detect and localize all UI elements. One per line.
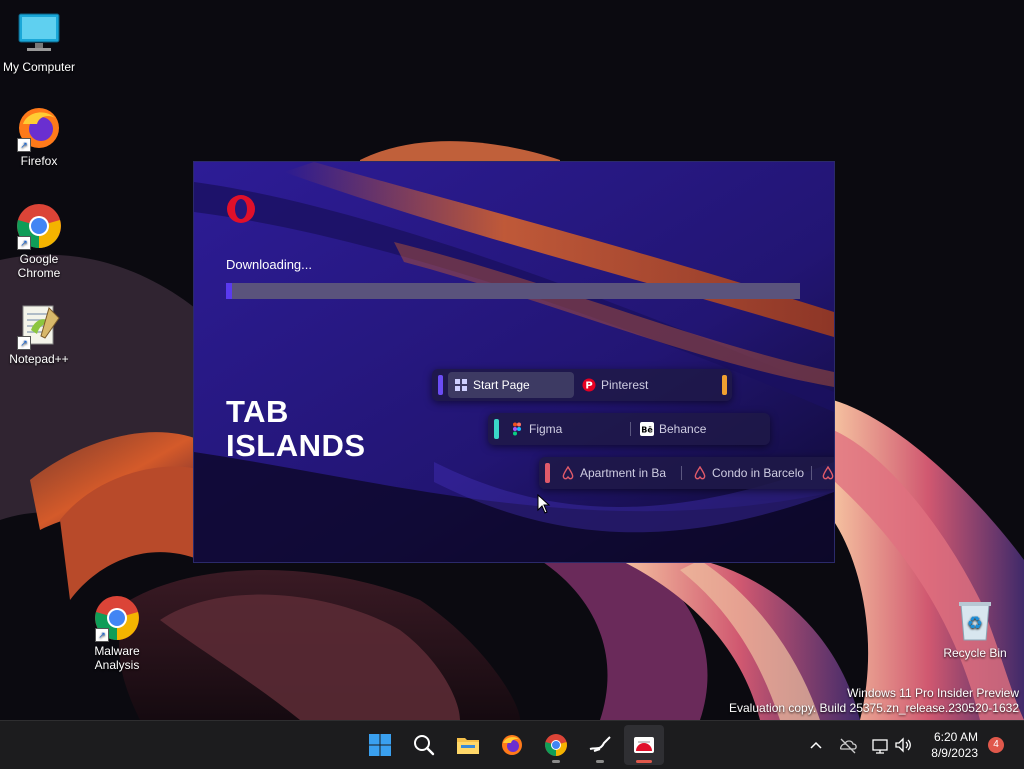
start-page-icon bbox=[455, 379, 467, 391]
search-icon bbox=[414, 735, 435, 756]
pinterest-icon: P bbox=[582, 378, 596, 392]
opera-installer-icon bbox=[634, 737, 654, 753]
file-explorer-icon bbox=[457, 738, 479, 754]
windows-watermark: Windows 11 Pro Insider Preview Evaluatio… bbox=[729, 686, 1019, 716]
notification-badge[interactable]: 4 bbox=[988, 737, 1004, 753]
tab-island-2: Figma Bē Behance bbox=[488, 413, 770, 445]
svg-text:P: P bbox=[585, 381, 592, 392]
tab-overflow bbox=[815, 460, 834, 486]
watermark-line1: Windows 11 Pro Insider Preview bbox=[847, 686, 1019, 700]
desktop-icon-label-line1: Google bbox=[19, 252, 59, 266]
start-button[interactable] bbox=[360, 725, 400, 765]
clock-time: 6:20 AM bbox=[933, 730, 978, 744]
promo-title: TAB ISLANDS bbox=[226, 395, 366, 463]
tab-separator bbox=[681, 466, 682, 480]
onedrive-offline-icon[interactable] bbox=[838, 733, 858, 757]
running-indicator bbox=[552, 760, 560, 763]
tab-label: Apartment in Ba bbox=[580, 466, 667, 480]
desktop-icon-my-computer[interactable]: My Computer bbox=[0, 10, 79, 74]
tab-condo: Condo in Barcelo bbox=[687, 460, 805, 486]
chrome-icon: ↗ bbox=[15, 202, 63, 250]
shortcut-arrow-icon: ↗ bbox=[95, 628, 109, 642]
desktop-icon-label-line2: Chrome bbox=[17, 266, 61, 280]
island-accent-bar bbox=[722, 375, 727, 395]
tab-island-3: Apartment in Ba Condo in Barcelo bbox=[539, 457, 834, 489]
desktop-icon-recycle-bin[interactable]: ♻ Recycle Bin bbox=[935, 596, 1015, 660]
chrome-taskbar-button[interactable] bbox=[536, 725, 576, 765]
desktop-icon-firefox[interactable]: ↗ Firefox bbox=[0, 104, 79, 168]
promo-title-line2: ISLANDS bbox=[226, 428, 366, 463]
system-clock[interactable]: 6:20 AM 8/9/2023 bbox=[931, 729, 978, 761]
figma-icon bbox=[513, 422, 521, 436]
clock-date: 8/9/2023 bbox=[931, 746, 978, 760]
shortcut-arrow-icon: ↗ bbox=[17, 336, 31, 350]
taskbar: 6:20 AM 8/9/2023 4 bbox=[0, 720, 1024, 769]
installer-background bbox=[194, 162, 834, 562]
airbnb-icon bbox=[822, 466, 834, 480]
desktop-icon-label-line2: Analysis bbox=[94, 658, 140, 672]
computer-icon bbox=[15, 10, 63, 58]
island-accent-bar bbox=[438, 375, 443, 395]
download-progress-bar bbox=[226, 283, 800, 299]
desktop-icon-label: Recycle Bin bbox=[943, 646, 1007, 660]
tab-label: Pinterest bbox=[601, 378, 649, 392]
airbnb-icon bbox=[562, 466, 574, 480]
desktop-icon-malware-analysis[interactable]: ↗ Malware Analysis bbox=[77, 594, 157, 672]
island-accent-bar bbox=[545, 463, 550, 483]
desktop-icon-label: My Computer bbox=[2, 60, 76, 74]
airbnb-icon bbox=[694, 466, 706, 480]
firefox-taskbar-button[interactable] bbox=[492, 725, 532, 765]
running-indicator bbox=[636, 760, 652, 763]
opera-logo-icon bbox=[227, 195, 255, 223]
tab-label: Figma bbox=[529, 422, 563, 436]
behance-icon: Bē bbox=[640, 422, 654, 436]
tab-label: Condo in Barcelo bbox=[712, 466, 805, 480]
tab-island-1: Start Page P Pinterest bbox=[432, 369, 732, 401]
desktop-icon-label-line1: Malware bbox=[94, 644, 140, 658]
watermark-line2: Evaluation copy. Build 25375.zn_release.… bbox=[729, 701, 1019, 715]
start-icon bbox=[369, 734, 391, 756]
running-indicator bbox=[596, 760, 604, 763]
volume-icon[interactable] bbox=[893, 733, 913, 757]
desktop-icon-label: Firefox bbox=[20, 154, 58, 168]
firefox-icon: ↗ bbox=[15, 104, 63, 152]
firefox-icon bbox=[502, 735, 522, 755]
chrome-icon: ↗ bbox=[93, 594, 141, 642]
recycle-bin-icon: ♻ bbox=[951, 596, 999, 644]
app-icon bbox=[589, 736, 611, 752]
island-accent-bar bbox=[494, 419, 499, 439]
svg-text:♻: ♻ bbox=[967, 613, 983, 634]
tab-start-page: Start Page bbox=[448, 372, 574, 398]
opera-installer-window[interactable]: Downloading... TAB ISLANDS Start Page P … bbox=[193, 161, 835, 563]
tab-figma: Figma bbox=[504, 416, 628, 442]
tab-label: Behance bbox=[659, 422, 707, 436]
opera-installer-taskbar-button[interactable] bbox=[624, 725, 664, 765]
chevron-up-icon[interactable] bbox=[806, 733, 826, 757]
tab-behance: Bē Behance bbox=[634, 416, 760, 442]
tab-label: Start Page bbox=[473, 378, 530, 392]
mouse-cursor-icon bbox=[537, 494, 551, 514]
download-status: Downloading... bbox=[226, 257, 312, 272]
search-button[interactable] bbox=[404, 725, 444, 765]
notepadpp-icon: ↗ bbox=[15, 302, 63, 350]
tab-separator bbox=[811, 466, 812, 480]
download-progress-fill bbox=[226, 283, 232, 299]
tab-apartment: Apartment in Ba bbox=[555, 460, 675, 486]
desktop-icon-label: Notepad++ bbox=[9, 352, 69, 366]
app-taskbar-button[interactable] bbox=[580, 725, 620, 765]
network-icon[interactable] bbox=[870, 733, 890, 757]
chrome-icon bbox=[545, 734, 567, 756]
tab-pinterest: P Pinterest bbox=[576, 372, 706, 398]
desktop-icon-notepadpp[interactable]: ↗ Notepad++ bbox=[0, 302, 79, 366]
shortcut-arrow-icon: ↗ bbox=[17, 236, 31, 250]
promo-title-line1: TAB bbox=[226, 394, 289, 429]
desktop-icon-google-chrome[interactable]: ↗ Google Chrome bbox=[0, 202, 79, 280]
file-explorer-button[interactable] bbox=[448, 725, 488, 765]
svg-text:Bē: Bē bbox=[641, 426, 653, 435]
tab-separator bbox=[630, 422, 631, 436]
shortcut-arrow-icon: ↗ bbox=[17, 138, 31, 152]
